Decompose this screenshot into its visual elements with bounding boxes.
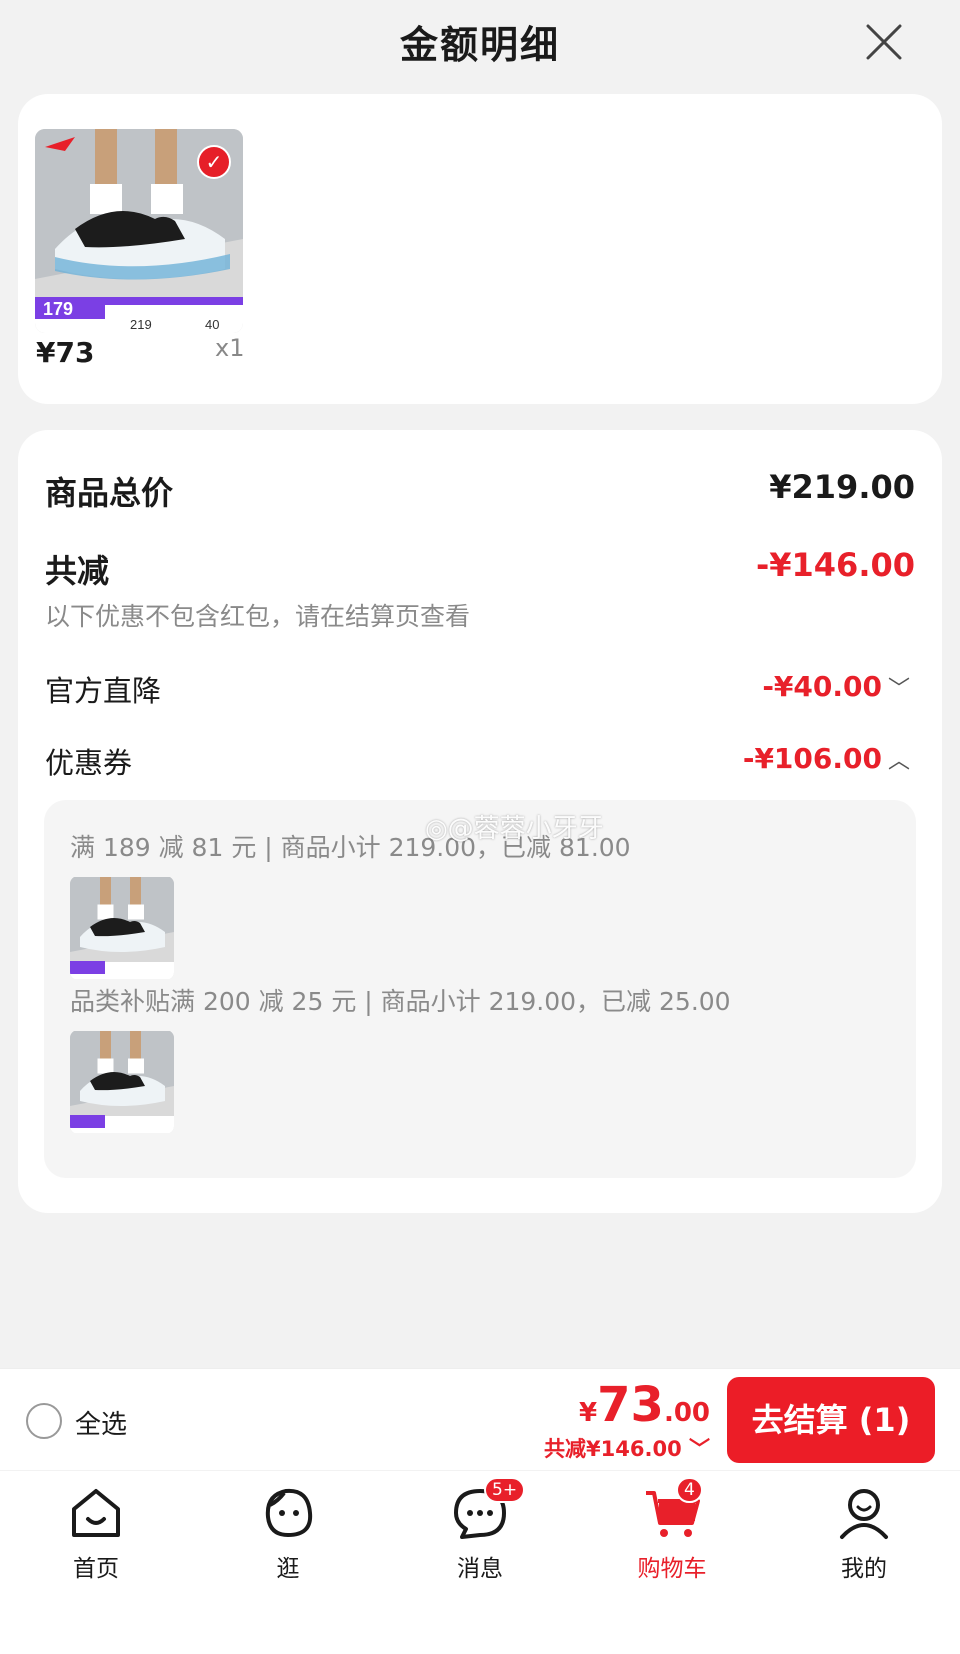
- tag-40: 40: [205, 317, 219, 332]
- coupon-label[interactable]: 优惠券: [45, 740, 132, 782]
- cart-icon: 4: [642, 1477, 703, 1543]
- tab-home[interactable]: 首页: [36, 1483, 156, 1583]
- bottom-tab-bar: 首页 逛 5+ 消息 4 购物车 我的: [0, 1471, 960, 1654]
- coupon-line: 品类补贴满 200 减 25 元 | 商品小计 219.00，已减 25.00: [70, 987, 731, 1016]
- badge-price: 179: [43, 299, 73, 319]
- official-discount-label[interactable]: 官方直降: [45, 668, 161, 710]
- coupon-row[interactable]: -¥106.00 ︿: [743, 742, 910, 775]
- total-reduction-label: 共减: [45, 552, 110, 590]
- home-icon: [66, 1483, 126, 1543]
- chevron-up-icon[interactable]: ︿: [888, 749, 910, 774]
- official-discount-row[interactable]: -¥40.00 ﹀: [762, 670, 910, 703]
- product-thumbnail[interactable]: 179 219 40 ✓: [35, 129, 243, 333]
- close-icon[interactable]: [860, 18, 908, 66]
- total-reduction-toggle[interactable]: 共减¥146.00 ﹀: [544, 1433, 710, 1463]
- item-quantity: x1: [215, 334, 245, 362]
- checkout-bar: 全选 ¥73.00 共减¥146.00 ﹀ 去结算 (1): [0, 1368, 960, 1470]
- select-all-checkbox[interactable]: [26, 1403, 62, 1439]
- checkout-button[interactable]: 去结算 (1): [727, 1377, 935, 1463]
- tab-label: 消息: [457, 1556, 503, 1582]
- tab-profile[interactable]: 我的: [804, 1483, 924, 1583]
- tab-label: 逛: [276, 1556, 300, 1582]
- watermark: ◎@蓉蓉小牙牙: [425, 814, 604, 844]
- coupon-product-thumbnail: [70, 876, 174, 980]
- tag-219: 219: [130, 317, 152, 332]
- total-reduction-value: -¥146.00: [755, 546, 915, 584]
- tab-browse[interactable]: 逛: [228, 1483, 348, 1583]
- sheet-header: 金额明细: [0, 0, 960, 90]
- selected-check-icon[interactable]: ✓: [197, 145, 231, 179]
- coupon-product-thumbnail: [70, 1030, 174, 1134]
- total-reduction-text: 共减¥146.00: [544, 1437, 682, 1461]
- tab-messages[interactable]: 5+ 消息: [420, 1477, 540, 1583]
- tab-cart[interactable]: 4 购物车: [612, 1477, 732, 1583]
- total-amount: ¥73.00: [579, 1377, 710, 1433]
- tab-label: 我的: [841, 1556, 887, 1582]
- item-price: ¥73: [36, 336, 95, 369]
- coupon-details: 满 189 减 81 元 | 商品小计 219.00，已减 81.00 品类补贴…: [44, 800, 916, 1178]
- chat-icon: 5+: [450, 1477, 526, 1543]
- cart-badge: 4: [676, 1477, 703, 1503]
- coupon-value: -¥106.00: [742, 742, 882, 775]
- chevron-down-icon: ﹀: [681, 1437, 710, 1461]
- currency-symbol: ¥: [579, 1398, 598, 1428]
- total-price-label: 商品总价: [45, 474, 174, 512]
- official-discount-value: -¥40.00: [762, 670, 882, 703]
- select-all-label[interactable]: 全选: [75, 1404, 127, 1441]
- sheet-title: 金额明细: [399, 23, 560, 67]
- discount-note: 以下优惠不包含红包，请在结算页查看: [45, 602, 471, 631]
- tab-label: 购物车: [637, 1556, 707, 1582]
- message-badge: 5+: [484, 1477, 526, 1503]
- face-icon: [258, 1483, 318, 1543]
- total-integer: 73: [597, 1377, 664, 1433]
- tab-label: 首页: [73, 1556, 119, 1582]
- total-decimal: .00: [663, 1398, 710, 1428]
- user-icon: [834, 1483, 894, 1543]
- total-price-value: ¥219.00: [769, 468, 915, 506]
- chevron-down-icon[interactable]: ﹀: [888, 677, 910, 702]
